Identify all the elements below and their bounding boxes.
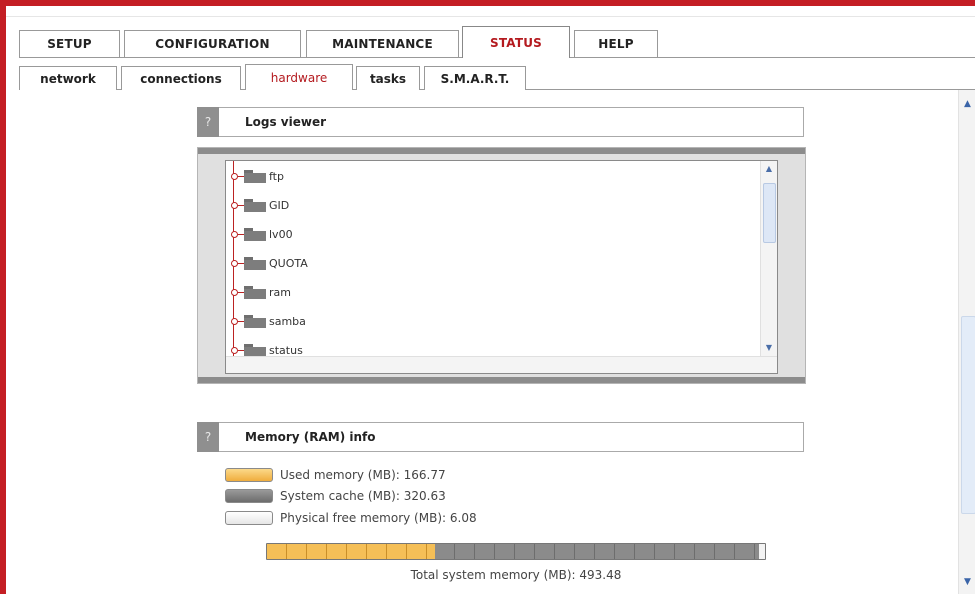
folder-icon [244, 343, 266, 357]
system-cache-label: System cache (MB): 320.63 [280, 489, 446, 503]
help-icon[interactable]: ? [197, 422, 219, 452]
tree-node-icon[interactable] [231, 201, 238, 209]
total-memory-label: Total system memory (MB): 493.48 [410, 568, 622, 582]
legend-used-memory: Used memory (MB): 166.77 [225, 465, 446, 485]
memory-usage-bar [266, 543, 766, 560]
window-left-border [0, 0, 6, 594]
sub-tab-bar: network connections hardware tasks S.M.A… [19, 64, 975, 90]
subtab-smart[interactable]: S.M.A.R.T. [424, 66, 526, 90]
tree-item-label: status [269, 343, 303, 357]
logs-vertical-scrollbar[interactable]: ▲ ▼ [760, 161, 777, 357]
logs-viewer-title: Logs viewer [245, 115, 327, 129]
memory-bar-cache [435, 544, 759, 559]
tree-item-gid[interactable]: GID [226, 195, 289, 215]
tree-node-icon[interactable] [231, 288, 238, 296]
memory-info-header: ? Memory (RAM) info [197, 422, 804, 452]
subtab-hardware[interactable]: hardware [245, 64, 353, 90]
tree-item-label: ftp [269, 169, 284, 183]
tree-item-lv00[interactable]: lv00 [226, 224, 293, 244]
tree-node-icon[interactable] [231, 259, 238, 267]
panel-top-bar [198, 148, 805, 154]
window-top-border [0, 0, 975, 6]
panel-bottom-bar [198, 377, 805, 383]
tree-item-ram[interactable]: ram [226, 282, 291, 302]
memory-bar-free [758, 544, 765, 559]
tree-item-label: ram [269, 285, 291, 299]
logs-horizontal-scrollbar[interactable] [226, 356, 777, 373]
free-memory-label: Physical free memory (MB): 6.08 [280, 511, 477, 525]
main-tab-bar: SETUP CONFIGURATION MAINTENANCE STATUS H… [19, 26, 975, 58]
folder-icon [244, 227, 266, 241]
legend-free-memory: Physical free memory (MB): 6.08 [225, 508, 477, 528]
subtab-connections[interactable]: connections [121, 66, 241, 90]
tree-item-samba[interactable]: samba [226, 311, 306, 331]
logs-scroll-thumb[interactable] [763, 183, 776, 243]
folder-icon [244, 198, 266, 212]
tree-node-icon[interactable] [231, 172, 238, 180]
tab-status[interactable]: STATUS [462, 26, 570, 58]
legend-system-cache: System cache (MB): 320.63 [225, 486, 446, 506]
header-divider [6, 16, 975, 17]
subtab-tasks[interactable]: tasks [356, 66, 420, 90]
folder-icon [244, 256, 266, 270]
subtab-network[interactable]: network [19, 66, 117, 90]
tree-item-label: GID [269, 198, 290, 212]
scroll-down-arrow-icon[interactable]: ▼ [959, 574, 975, 590]
tree-node-icon[interactable] [231, 346, 238, 354]
logs-viewer-panel: ftp GID lv00 QUOTA ram samba status ▲ ▼ [197, 147, 806, 384]
tree-item-label: QUOTA [269, 256, 308, 270]
folder-icon [244, 314, 266, 328]
help-icon[interactable]: ? [197, 107, 219, 137]
tab-help[interactable]: HELP [574, 30, 658, 57]
tree-item-quota[interactable]: QUOTA [226, 253, 308, 273]
tab-configuration[interactable]: CONFIGURATION [124, 30, 301, 57]
tree-node-icon[interactable] [231, 317, 238, 325]
memory-bar-used [267, 544, 436, 559]
logs-tree[interactable]: ftp GID lv00 QUOTA ram samba status ▲ ▼ [225, 160, 778, 374]
logs-viewer-header: ? Logs viewer [197, 107, 804, 137]
tree-item-label: lv00 [269, 227, 293, 241]
tree-item-ftp[interactable]: ftp [226, 166, 284, 186]
free-memory-swatch [225, 511, 273, 525]
scroll-up-arrow-icon[interactable]: ▲ [761, 162, 777, 176]
tab-maintenance[interactable]: MAINTENANCE [306, 30, 459, 57]
used-memory-swatch [225, 468, 273, 482]
memory-info-title: Memory (RAM) info [245, 430, 376, 444]
used-memory-label: Used memory (MB): 166.77 [280, 468, 446, 482]
folder-icon [244, 169, 266, 183]
tree-node-icon[interactable] [231, 230, 238, 238]
tab-setup[interactable]: SETUP [19, 30, 120, 57]
page-scroll-thumb[interactable] [961, 316, 975, 514]
system-cache-swatch [225, 489, 273, 503]
scroll-down-arrow-icon[interactable]: ▼ [761, 341, 777, 355]
page-scrollbar[interactable]: ▲ ▼ [958, 90, 975, 594]
scroll-up-arrow-icon[interactable]: ▲ [959, 96, 975, 112]
folder-icon [244, 285, 266, 299]
tree-item-label: samba [269, 314, 306, 328]
